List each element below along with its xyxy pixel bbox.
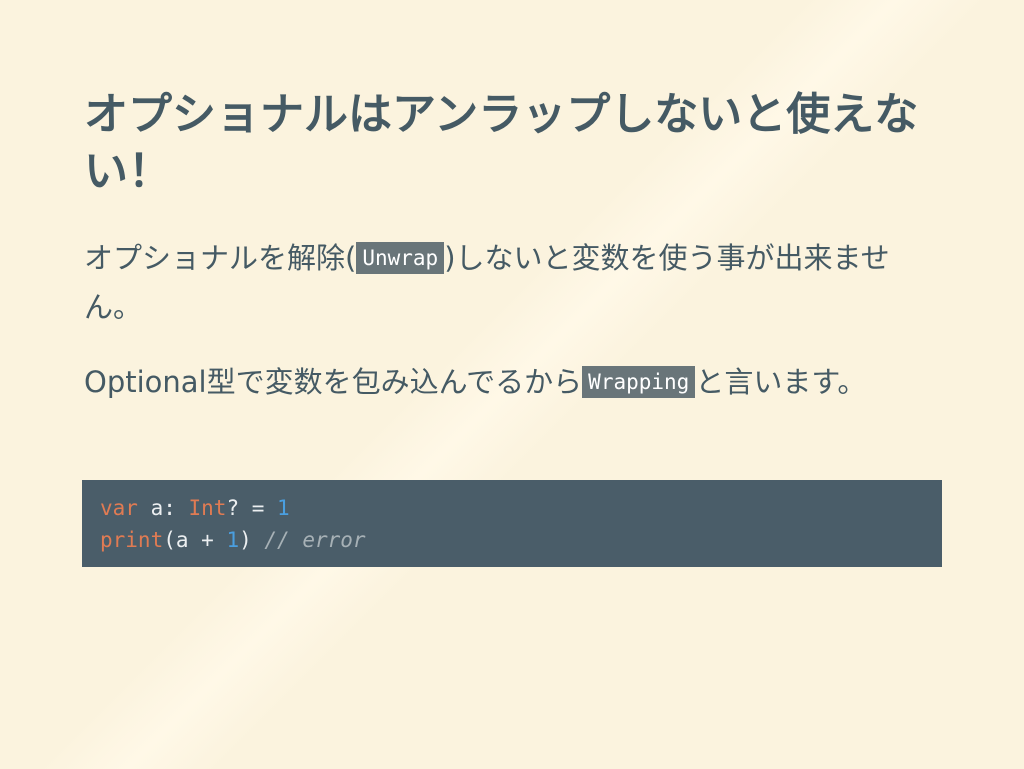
- paragraph-text: Optional型で変数を包み込んでるから: [84, 365, 583, 399]
- inline-code-wrapping: Wrapping: [582, 366, 696, 398]
- code-text: a:: [137, 496, 189, 520]
- code-line-1: var a: Int? = 1: [100, 492, 924, 524]
- code-text: ): [239, 528, 265, 552]
- code-text: (a +: [163, 528, 227, 552]
- paragraph-text: オプショナルを解除(: [84, 241, 357, 275]
- paragraph-unwrap: オプショナルを解除(Unwrap)しないと変数を使う事が出来ません。: [84, 234, 944, 332]
- inline-code-unwrap: Unwrap: [356, 242, 445, 274]
- code-block: var a: Int? = 1 print(a + 1) // error: [82, 480, 942, 567]
- code-number: 1: [226, 528, 240, 552]
- slide: オプショナルはアンラップしないと使えない！ オプショナルを解除(Unwrap)し…: [0, 0, 1024, 769]
- code-comment: // error: [264, 528, 366, 552]
- code-line-2: print(a + 1) // error: [100, 524, 924, 556]
- paragraph-wrapping: Optional型で変数を包み込んでるから Wrapping と言います。: [84, 358, 944, 407]
- paragraph-text: と言います。: [695, 365, 867, 399]
- code-number: 1: [277, 496, 290, 520]
- code-text: ? =: [226, 496, 278, 520]
- code-keyword: var: [100, 496, 138, 520]
- code-type: Int: [188, 496, 227, 520]
- code-function: print: [100, 528, 164, 552]
- slide-title: オプショナルはアンラップしないと使えない！: [84, 89, 919, 197]
